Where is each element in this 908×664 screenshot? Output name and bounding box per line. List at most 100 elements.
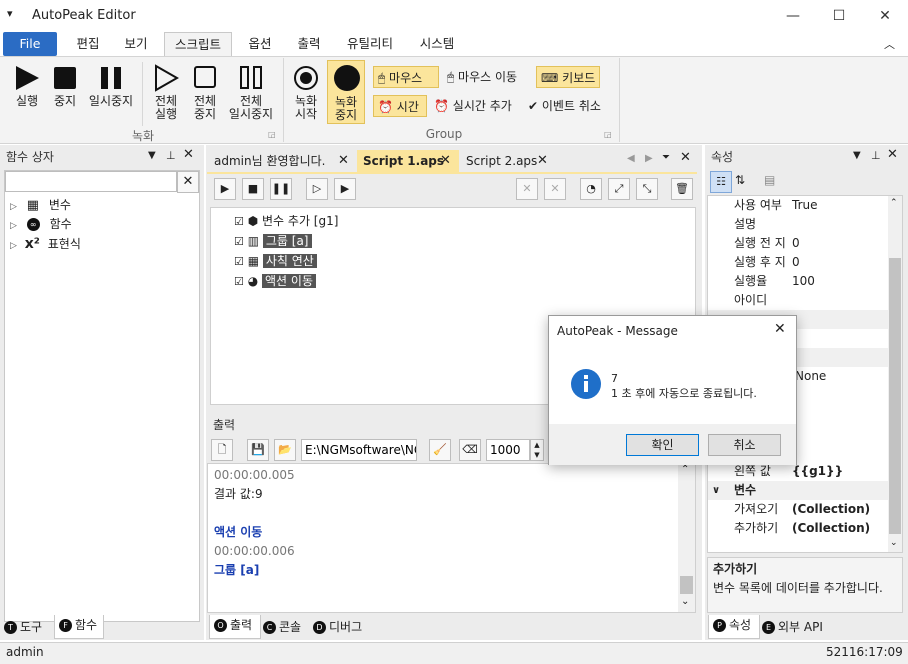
tree-item-functions[interactable]: ▷ ∞ 함수 <box>10 214 190 234</box>
panel-dropdown-icon[interactable]: ▼ <box>853 150 861 161</box>
script-run-button[interactable]: ▶ <box>214 178 236 200</box>
tab-welcome[interactable]: admin님 환영합니다. ✕ <box>208 150 356 172</box>
tab-list-icon[interactable]: ⏷ <box>662 152 670 163</box>
script-stop-button[interactable]: ■ <box>242 178 264 200</box>
checkbox-checked-icon[interactable]: ☑ <box>234 215 244 228</box>
doc-close-icon[interactable]: ✕ <box>680 150 691 165</box>
system-menu-icon[interactable]: ▾ <box>7 7 13 20</box>
menu-view[interactable]: 보기 <box>114 32 158 56</box>
categorized-button[interactable]: ☷ <box>710 171 732 193</box>
property-row[interactable]: 가져오기 (Collection) <box>708 500 888 519</box>
stop-button[interactable]: 중지 <box>48 62 82 112</box>
maximize-button[interactable]: ☐ <box>816 0 862 32</box>
property-row[interactable]: 실행 전 지0 <box>708 234 888 253</box>
property-row[interactable]: 설명 <box>708 215 888 234</box>
disabled-cancel2-button[interactable]: ✕ <box>544 178 566 200</box>
property-row[interactable]: 실행 후 지0 <box>708 253 888 272</box>
tab-script2[interactable]: Script 2.aps ✕ <box>460 150 556 172</box>
tree-item-expressions[interactable]: ▷ x² 표현식 <box>10 234 190 254</box>
menu-output[interactable]: 출력 <box>287 32 331 56</box>
pin-icon[interactable]: ⊥ <box>166 149 176 162</box>
time-toggle[interactable]: ⏰ 시간 <box>373 95 427 117</box>
output-save-button[interactable]: 💾 <box>247 439 269 461</box>
sort-az-button[interactable]: ⇅ <box>735 173 745 187</box>
function-search-input[interactable] <box>5 171 177 192</box>
panel-close-icon[interactable]: ✕ <box>887 147 898 162</box>
scroll-up-icon[interactable]: ⌃ <box>890 198 898 208</box>
menu-edit[interactable]: 편집 <box>66 32 110 56</box>
tree-item-variables[interactable]: ▷ ▦ 변수 <box>10 195 190 215</box>
expand-arrow-icon[interactable]: ▷ <box>10 202 17 212</box>
expand-button[interactable]: ⤢ <box>608 178 630 200</box>
keyboard-toggle[interactable]: ⌨ 키보드 <box>536 66 600 88</box>
panel-dropdown-icon[interactable]: ▼ <box>148 150 156 161</box>
output-path-input[interactable] <box>301 439 417 461</box>
script-node-action-move[interactable]: ☑ ◕ 액션 이동 <box>234 271 434 291</box>
group-launcher-icon[interactable]: ◲ <box>604 130 612 139</box>
output-scroll-thumb[interactable] <box>680 576 693 594</box>
menu-system[interactable]: 시스템 <box>410 32 464 56</box>
mouse-move-toggle[interactable]: 🖱 마우스 이동 <box>443 66 533 88</box>
property-row[interactable]: 사용 여부 True <box>708 196 888 215</box>
collapse-category-icon[interactable]: ∨ <box>712 481 720 500</box>
expand-arrow-icon[interactable]: ▷ <box>10 221 17 231</box>
dialog-cancel-button[interactable]: 취소 <box>708 434 781 456</box>
script-node-arithmetic[interactable]: ☑ ▦ 사칙 연산 <box>234 251 434 271</box>
tab-scroll-left-icon[interactable]: ◀ <box>627 153 635 164</box>
close-tab-icon[interactable]: ✕ <box>338 150 349 172</box>
dialog-close-button[interactable]: ✕ <box>774 321 786 337</box>
record-stop-button[interactable]: 녹화 중지 <box>327 60 365 124</box>
scroll-down-icon[interactable]: ⌄ <box>890 538 898 548</box>
tab-console[interactable]: C 콘솔 <box>263 617 315 637</box>
checkbox-checked-icon[interactable]: ☑ <box>234 235 244 248</box>
menu-script[interactable]: 스크립트 <box>164 32 232 57</box>
menu-utility[interactable]: 유틸리티 <box>337 32 403 56</box>
tab-debug[interactable]: D 디버그 <box>313 617 377 637</box>
output-open-button[interactable]: 📂 <box>274 439 296 461</box>
event-cancel-toggle[interactable]: ✔ 이벤트 취소 <box>524 95 616 117</box>
tab-properties[interactable]: P 속성 <box>708 615 760 639</box>
scroll-up-icon[interactable]: ⌃ <box>681 464 689 475</box>
disabled-cancel-button[interactable]: ✕ <box>516 178 538 200</box>
tab-functions[interactable]: F 함수 <box>54 615 104 639</box>
spin-stepper[interactable]: ▲ ▼ <box>530 439 544 461</box>
minimize-button[interactable]: — <box>770 0 816 32</box>
checkbox-checked-icon[interactable]: ☑ <box>234 255 244 268</box>
property-pages-button[interactable]: ▤ <box>764 173 775 187</box>
script-node-add-variable[interactable]: ☑ ⬢ 변수 추가 [g1] <box>234 211 434 231</box>
file-menu[interactable]: File <box>3 32 57 56</box>
property-category[interactable]: ∨ 변수 <box>708 481 888 500</box>
script-pause-button[interactable]: ❚❚ <box>270 178 292 200</box>
expand-arrow-icon[interactable]: ▷ <box>10 241 17 251</box>
close-button[interactable]: ✕ <box>862 0 908 32</box>
panel-close-icon[interactable]: ✕ <box>183 147 194 162</box>
dialog-ok-button[interactable]: 확인 <box>626 434 699 456</box>
tab-script1[interactable]: Script 1.aps ✕ <box>357 150 459 172</box>
property-row[interactable]: 아이디 <box>708 291 888 310</box>
close-tab-icon[interactable]: ✕ <box>440 150 451 172</box>
scroll-down-icon[interactable]: ⌄ <box>681 596 689 607</box>
pin-icon[interactable]: ⊥ <box>871 149 881 162</box>
realtime-add-toggle[interactable]: ⏰ 실시간 추가 <box>430 95 522 117</box>
tab-tools[interactable]: T 도구 <box>4 617 54 637</box>
dialog-launcher-icon[interactable]: ◲ <box>268 130 276 139</box>
collapse-ribbon-icon[interactable]: ︿ <box>884 36 895 52</box>
output-clean-button[interactable]: 🧹 <box>429 439 451 461</box>
checkbox-checked-icon[interactable]: ☑ <box>234 275 244 288</box>
script-step-button[interactable]: ▷ <box>306 178 328 200</box>
history-button[interactable]: ◔ <box>580 178 602 200</box>
property-scroll-thumb[interactable] <box>889 258 901 534</box>
tab-scroll-right-icon[interactable]: ▶ <box>645 153 653 164</box>
mouse-toggle[interactable]: 🖱 마우스 <box>373 66 439 88</box>
tab-output[interactable]: O 출력 <box>209 615 261 639</box>
pause-all-button[interactable]: 전체 일시중지 <box>226 62 276 122</box>
script-step-over-button[interactable]: ▶ <box>334 178 356 200</box>
stop-all-button[interactable]: 전체 중지 <box>187 62 223 122</box>
menu-options[interactable]: 옵션 <box>238 32 282 56</box>
run-button[interactable]: 실행 <box>10 62 44 112</box>
run-all-button[interactable]: 전체 실행 <box>148 62 184 122</box>
output-line-limit-input[interactable] <box>486 439 530 461</box>
output-erase-button[interactable]: ⌫ <box>459 439 481 461</box>
delete-button[interactable]: 🗑 <box>671 178 693 200</box>
output-new-button[interactable]: 🗋 <box>211 439 233 461</box>
